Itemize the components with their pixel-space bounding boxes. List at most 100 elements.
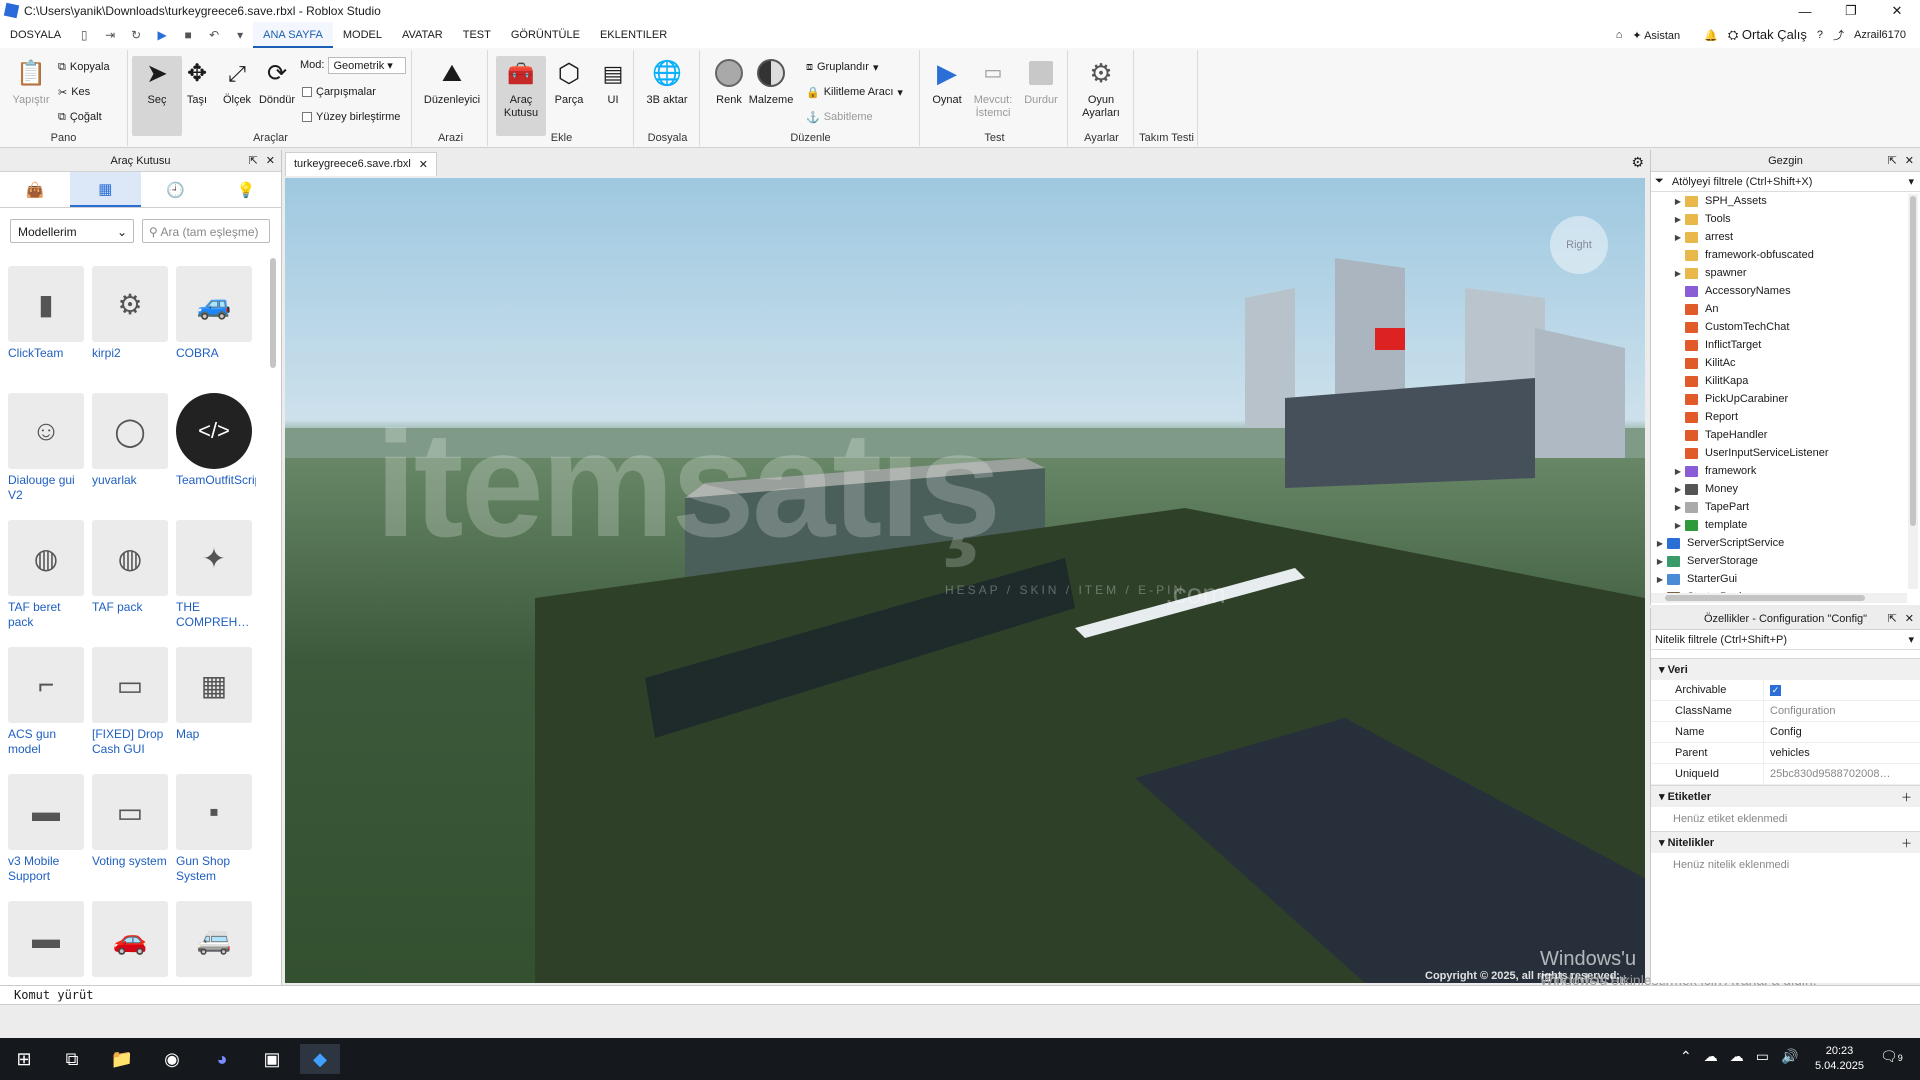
toolbox-item[interactable]: ⌐ ACS gun model — [8, 647, 88, 771]
refresh-icon[interactable]: ↻ — [129, 28, 143, 42]
explorer-item[interactable]: ▶ SPH_Assets — [1651, 192, 1905, 210]
game-settings-button[interactable]: ⚙ Oyun Ayarları — [1076, 56, 1126, 120]
document-tab[interactable]: turkeygreece6.save.rbxl ✕ — [285, 152, 437, 176]
explorer-item[interactable]: KilitKapa — [1651, 372, 1905, 390]
home-icon[interactable]: ⌂ — [1616, 29, 1623, 41]
expand-arrow-icon[interactable]: ▶ — [1671, 215, 1685, 224]
tab-inventory[interactable]: ▦ — [70, 172, 141, 207]
close-icon[interactable]: ✕ — [1905, 612, 1914, 625]
toolbox-item[interactable]: ▪ Gun Shop System — [176, 774, 256, 898]
explorer-item[interactable]: An — [1651, 300, 1905, 318]
mode-dropdown[interactable]: Geometrik ▾ — [328, 56, 407, 74]
toolbox-item[interactable]: ▭ [FIXED] Drop Cash GUI — [92, 647, 172, 771]
command-bar-input[interactable]: Komut yürüt — [0, 985, 1920, 1005]
collisions-checkbox[interactable] — [302, 87, 312, 97]
expand-arrow-icon[interactable]: ▶ — [1671, 521, 1685, 530]
scrollbar-thumb[interactable] — [1665, 595, 1865, 601]
expand-arrow-icon[interactable]: ▶ — [1653, 557, 1667, 566]
menu-home[interactable]: ANA SAYFA — [253, 22, 333, 48]
expand-arrow-icon[interactable]: ▶ — [1671, 503, 1685, 512]
explorer-item[interactable]: InflictTarget — [1651, 336, 1905, 354]
chrome-icon[interactable]: ◉ — [152, 1044, 192, 1074]
menu-view[interactable]: GÖRÜNTÜLE — [501, 22, 590, 48]
toolbox-item[interactable]: ☺ Dialouge gui V2 — [8, 393, 88, 517]
toolbox-item[interactable]: 🚗 — [92, 901, 172, 1025]
menu-plugins[interactable]: EKLENTILER — [590, 22, 677, 48]
explorer-item[interactable]: Report — [1651, 408, 1905, 426]
help-icon[interactable]: ? — [1817, 29, 1823, 41]
section-tags[interactable]: ▾ Etiketler ＋ — [1651, 785, 1920, 807]
explorer-h-scrollbar[interactable] — [1651, 593, 1907, 603]
task-view-icon[interactable]: ⧉ — [52, 1044, 92, 1074]
part-button[interactable]: ⬡ Parça — [544, 56, 594, 107]
rotate-tool-button[interactable]: ⟳ Döndür — [252, 56, 302, 107]
archivable-checkbox[interactable]: ✓ — [1770, 685, 1781, 696]
material-button[interactable]: Malzeme — [746, 56, 796, 107]
current-client-button[interactable]: ▭ Mevcut: İstemci — [968, 56, 1018, 120]
explorer-item[interactable]: CustomTechChat — [1651, 318, 1905, 336]
explorer-item[interactable]: framework-obfuscated — [1651, 246, 1905, 264]
close-tab-icon[interactable]: ✕ — [419, 158, 428, 171]
expand-arrow-icon[interactable]: ▶ — [1671, 485, 1685, 494]
collaborate-button[interactable]: ⛭ Ortak Çalış — [1728, 27, 1807, 43]
undock-icon[interactable]: ⇱ — [1888, 154, 1897, 167]
scrollbar-thumb[interactable] — [1910, 196, 1916, 526]
roblox-studio-taskbar-icon[interactable]: ◆ — [300, 1044, 340, 1074]
add-tag-icon[interactable]: ＋ — [1901, 789, 1912, 805]
notifications-icon[interactable]: 🔔 — [1704, 29, 1718, 42]
join-surfaces-toggle[interactable]: Yüzey birleştirme — [302, 108, 400, 126]
menu-file[interactable]: DOSYALA — [0, 22, 71, 48]
clock[interactable]: 20:23 5.04.2025 — [1815, 1044, 1864, 1074]
property-value[interactable]: ✓ — [1763, 680, 1920, 700]
duplicate-button[interactable]: ⧉ Çoğalt — [58, 108, 102, 126]
windows-start-icon[interactable]: ⊞ — [4, 1044, 44, 1074]
expand-arrow-icon[interactable]: ▶ — [1671, 269, 1685, 278]
explorer-item[interactable]: PickUpCarabiner — [1651, 390, 1905, 408]
notification-icon[interactable]: 🗨9 — [1880, 1048, 1903, 1065]
undo-icon[interactable]: ↶ — [207, 28, 221, 42]
toolbox-item[interactable]: ▭ Voting system — [92, 774, 172, 898]
explorer-item[interactable]: ▶ template — [1651, 516, 1905, 534]
chevron-up-icon[interactable]: ⌃ — [1680, 1048, 1692, 1065]
explorer-item[interactable]: ▶ framework — [1651, 462, 1905, 480]
tab-marketplace[interactable]: 👜 — [0, 172, 70, 207]
customize-dropdown-icon[interactable]: ▾ — [233, 28, 247, 42]
assistant-button[interactable]: ✦ Asistan — [1632, 29, 1680, 42]
expand-arrow-icon[interactable]: ▶ — [1653, 575, 1667, 584]
toolbox-search-input[interactable]: ⚲ Ara (tam eşleşme) — [142, 219, 270, 243]
menu-model[interactable]: MODEL — [333, 22, 392, 48]
explorer-item[interactable]: ▶ Tools — [1651, 210, 1905, 228]
tab-creations[interactable]: 💡 — [211, 172, 281, 207]
menu-test[interactable]: TEST — [453, 22, 501, 48]
join-checkbox[interactable] — [302, 112, 312, 122]
3d-viewport[interactable]: itemsatış HESAP / SKIN / ITEM / E-PIN .c… — [285, 178, 1645, 983]
explorer-scrollbar[interactable] — [1908, 194, 1918, 589]
explorer-item[interactable]: ▶ ServerScriptService — [1651, 534, 1905, 552]
undock-icon[interactable]: ⇱ — [249, 154, 258, 167]
add-attribute-icon[interactable]: ＋ — [1901, 835, 1912, 851]
discord-icon[interactable]: ◕ — [202, 1044, 242, 1074]
ui-button[interactable]: ▤ UI — [588, 56, 638, 107]
import-3d-button[interactable]: 🌐 3B aktar — [642, 56, 692, 107]
toolbox-button[interactable]: 🧰 Araç Kutusu — [496, 56, 546, 136]
expand-arrow-icon[interactable]: ▶ — [1653, 539, 1667, 548]
property-value[interactable]: vehicles — [1763, 743, 1920, 763]
user-name[interactable]: Azrail6170 — [1854, 29, 1906, 41]
undock-icon[interactable]: ⇱ — [1888, 612, 1897, 625]
share-icon[interactable]: ⤴ — [1833, 27, 1844, 43]
explorer-item[interactable]: ▶ Money — [1651, 480, 1905, 498]
toolbox-item[interactable]: 🚐 — [176, 901, 256, 1025]
explorer-item[interactable]: ▶ TapePart — [1651, 498, 1905, 516]
lock-tool-button[interactable]: 🔒 Kilitleme Aracı ▾ — [806, 83, 903, 101]
properties-filter-input[interactable]: Nitelik filtrele (Ctrl+Shift+P) ▾ — [1651, 630, 1920, 650]
terrain-editor-button[interactable]: ⛰ Düzenleyici — [422, 56, 482, 107]
category-dropdown[interactable]: Modellerim ⌄ — [10, 219, 134, 243]
close-icon[interactable]: ✕ — [266, 154, 275, 167]
maximize-button[interactable]: ❐ — [1828, 0, 1874, 22]
toolbox-item[interactable]: ▮ ClickTeam — [8, 266, 88, 390]
viewport-settings-icon[interactable]: ⚙ — [1631, 154, 1644, 171]
menu-avatar[interactable]: AVATAR — [392, 22, 453, 48]
app-icon[interactable]: ▣ — [252, 1044, 292, 1074]
toolbox-item[interactable]: </> TeamOutfitScript — [176, 393, 256, 517]
expand-arrow-icon[interactable]: ▶ — [1671, 233, 1685, 242]
